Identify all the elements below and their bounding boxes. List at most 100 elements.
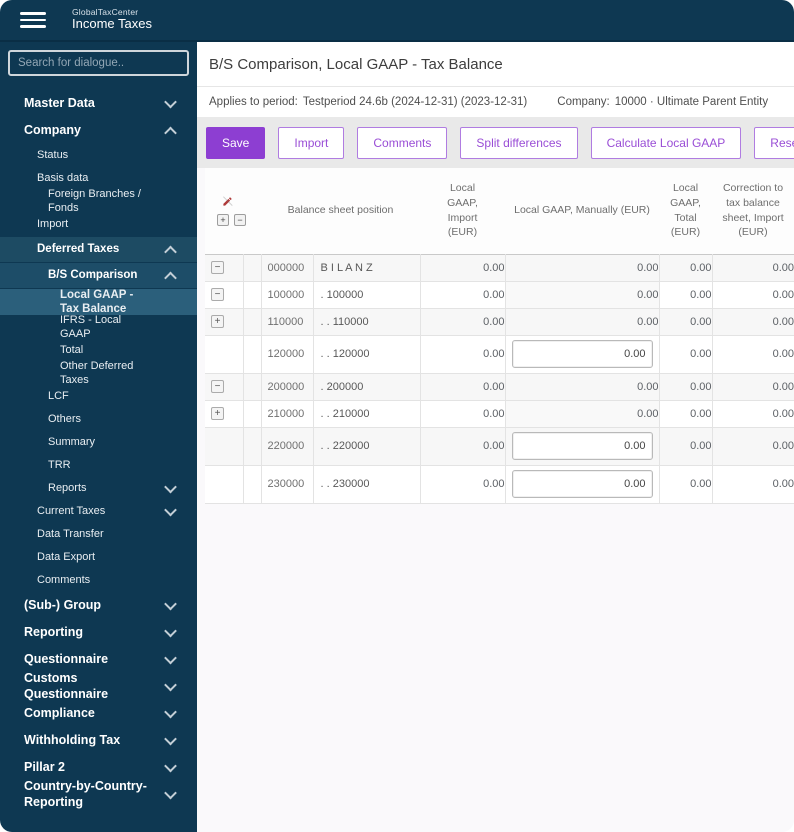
correction-import-value: 0.00 bbox=[711, 400, 794, 428]
hamburger-menu-icon[interactable] bbox=[20, 12, 46, 28]
local-gaap-total-value: 0.00 bbox=[658, 308, 712, 336]
position-number: 210000 bbox=[267, 407, 305, 420]
local-gaap-import-value: 0.00 bbox=[419, 308, 505, 336]
sidebar-item-label: Reports bbox=[48, 481, 87, 494]
sidebar-item-reporting[interactable]: Reporting bbox=[0, 619, 197, 646]
correction-import-value: 0.00 bbox=[711, 254, 794, 282]
sidebar-item-foreign-branches-fonds[interactable]: Foreign Branches / Fonds bbox=[0, 187, 197, 214]
sidebar-item-label: Foreign Branches / Fonds bbox=[48, 187, 141, 214]
split-differences-button[interactable]: Split differences bbox=[460, 126, 578, 159]
sidebar-item-trr[interactable]: TRR bbox=[0, 454, 197, 477]
sidebar-item-local-gaap-tax-balance[interactable]: Local GAAP - Tax Balance bbox=[0, 289, 197, 315]
collapse-row-button[interactable]: − bbox=[211, 288, 224, 301]
collapse-all-button[interactable]: − bbox=[234, 213, 246, 226]
sidebar-item-others[interactable]: Others bbox=[0, 408, 197, 431]
sidebar-item-data-transfer[interactable]: Data Transfer bbox=[0, 523, 197, 546]
table-row-230000: 230000. . 230000 0.00 0.00 0.00 bbox=[205, 465, 794, 504]
expand-row-button[interactable]: + bbox=[211, 407, 224, 420]
sidebar-item-label: Compliance bbox=[24, 705, 95, 720]
column-header-local-gaap-import: Local GAAP, Import (EUR) bbox=[420, 168, 505, 254]
sidebar-item-label: Total bbox=[60, 343, 84, 356]
column-header-position: Balance sheet position bbox=[261, 168, 420, 254]
correction-import-value: 0.00 bbox=[711, 281, 794, 309]
sidebar-item-lcf[interactable]: LCF bbox=[0, 385, 197, 408]
local-gaap-import-value: 0.00 bbox=[419, 427, 505, 466]
sidebar-item-label: Withholding Tax bbox=[24, 732, 121, 747]
position-number: 100000 bbox=[267, 288, 305, 301]
table-header-row: + − Balance sheet position Local GAAP, I… bbox=[205, 168, 794, 254]
sidebar-item-label: Company bbox=[24, 122, 81, 137]
table-area: + − Balance sheet position Local GAAP, I… bbox=[197, 168, 794, 504]
meta-applies-to-period: Applies to period: Testperiod 24.6b (2024… bbox=[209, 96, 527, 108]
expand-row-button[interactable]: + bbox=[211, 315, 224, 328]
local-gaap-total-value: 0.00 bbox=[658, 281, 712, 309]
local-gaap-total-value: 0.00 bbox=[658, 427, 712, 466]
sidebar-item-label: LCF bbox=[48, 389, 69, 402]
position-name: . 100000 bbox=[320, 288, 364, 301]
sidebar-item-total[interactable]: Total bbox=[0, 339, 197, 362]
local-gaap-total-value: 0.00 bbox=[658, 335, 712, 374]
calculate-local-gaap-button[interactable]: Calculate Local GAAP bbox=[590, 126, 742, 159]
sidebar-item-master-data[interactable]: Master Data bbox=[0, 90, 197, 117]
table-row-100000: −100000. 100000 0.00 0.00 0.00 0.00 bbox=[205, 281, 794, 309]
comments-button[interactable]: Comments bbox=[357, 126, 448, 159]
sidebar-item-comments[interactable]: Comments bbox=[0, 569, 197, 592]
local-gaap-manually-value: 0.00 bbox=[504, 308, 659, 336]
meta-label: Company: bbox=[557, 96, 610, 108]
expand-all-button[interactable]: + bbox=[217, 213, 229, 226]
sidebar-item-import[interactable]: Import bbox=[0, 213, 197, 236]
sidebar-item-data-export[interactable]: Data Export bbox=[0, 546, 197, 569]
search-input[interactable] bbox=[8, 50, 189, 76]
position-name: . . 120000 bbox=[320, 348, 370, 360]
sidebar-item-other-deferred-taxes[interactable]: Other Deferred Taxes bbox=[0, 360, 197, 386]
local-gaap-import-value: 0.00 bbox=[419, 335, 505, 374]
local-gaap-manually-input[interactable] bbox=[511, 340, 653, 368]
edit-disabled-icon bbox=[222, 196, 233, 206]
sidebar-item-basis-data[interactable]: Basis data bbox=[0, 167, 197, 190]
position-name: . . 220000 bbox=[320, 440, 370, 452]
sidebar-item-customs-questionnaire[interactable]: Customs Questionnaire bbox=[0, 671, 197, 701]
sidebar-item-company[interactable]: Company bbox=[0, 117, 197, 144]
sidebar-item-label: Summary bbox=[48, 435, 96, 448]
reset-values-button[interactable]: Reset values ... bbox=[754, 126, 794, 159]
local-gaap-manually-value: 0.00 bbox=[504, 254, 659, 282]
collapse-row-button[interactable]: − bbox=[211, 261, 224, 274]
sidebar-item-country-by-country-reporting[interactable]: Country-by-Country-Reporting bbox=[0, 779, 197, 809]
chevron-up-icon bbox=[164, 245, 177, 258]
import-button[interactable]: Import bbox=[278, 126, 345, 159]
title-bar: B/S Comparison, Local GAAP - Tax Balance bbox=[197, 42, 794, 87]
table-row-200000: −200000. 200000 0.00 0.00 0.00 0.00 bbox=[205, 373, 794, 401]
sidebar-item-summary[interactable]: Summary bbox=[0, 431, 197, 454]
sidebar-item-pillar-2[interactable]: Pillar 2 bbox=[0, 754, 197, 781]
sidebar-item-withholding-tax[interactable]: Withholding Tax bbox=[0, 727, 197, 754]
sidebar-item-compliance[interactable]: Compliance bbox=[0, 700, 197, 727]
sidebar-item-ifrs-local-gaap[interactable]: IFRS - Local GAAP bbox=[0, 314, 197, 340]
position-name: . . 210000 bbox=[320, 407, 370, 420]
product-name: Income Taxes bbox=[72, 16, 152, 32]
position-number: 000000 bbox=[267, 261, 305, 274]
local-gaap-manually-input[interactable] bbox=[511, 470, 653, 498]
local-gaap-manually-input[interactable] bbox=[511, 432, 653, 460]
sidebar-item-current-taxes[interactable]: Current Taxes bbox=[0, 500, 197, 523]
sidebar-item-reports[interactable]: Reports bbox=[0, 477, 197, 500]
sidebar-item-label: Reporting bbox=[24, 624, 84, 639]
sidebar-item-b-s-comparison[interactable]: B/S Comparison bbox=[0, 263, 197, 288]
context-info-bar: Applies to period: Testperiod 24.6b (2024… bbox=[197, 87, 794, 117]
save-button[interactable]: Save bbox=[206, 126, 266, 159]
correction-import-value: 0.00 bbox=[711, 335, 794, 374]
chevron-down-icon bbox=[164, 759, 177, 772]
collapse-row-button[interactable]: − bbox=[211, 380, 224, 393]
chevron-down-icon bbox=[164, 95, 177, 108]
meta-value: 10000 · Ultimate Parent Entity bbox=[614, 96, 769, 108]
sidebar-item-questionnaire[interactable]: Questionnaire bbox=[0, 646, 197, 673]
sidebar-item-sub-group[interactable]: (Sub-) Group bbox=[0, 592, 197, 619]
sidebar-item-status[interactable]: Status bbox=[0, 144, 197, 167]
sidebar-item-label: B/S Comparison bbox=[48, 269, 138, 282]
meta-label: Applies to period: bbox=[209, 96, 298, 108]
chevron-down-icon bbox=[164, 503, 177, 516]
local-gaap-total-value: 0.00 bbox=[658, 400, 712, 428]
local-gaap-total-value: 0.00 bbox=[658, 465, 712, 504]
sidebar-item-deferred-taxes[interactable]: Deferred Taxes bbox=[0, 237, 197, 262]
position-name: . . 110000 bbox=[320, 315, 369, 328]
sidebar-item-label: Data Export bbox=[37, 550, 96, 563]
